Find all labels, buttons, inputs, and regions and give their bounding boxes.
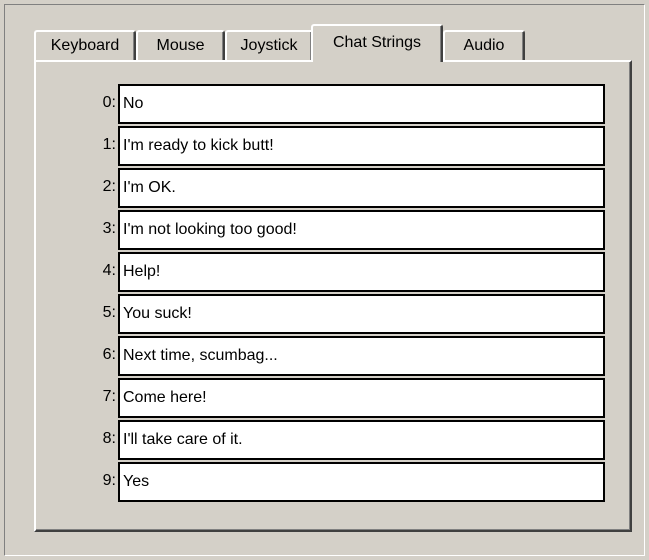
chat-string-index-label: 9: (102, 472, 116, 489)
chat-string-row: 1: (36, 126, 626, 166)
chat-string-row: 9: (36, 462, 626, 502)
tab-keyboard[interactable]: Keyboard (34, 30, 136, 60)
chat-string-6-input[interactable] (118, 336, 605, 376)
chat-string-index-label: 1: (102, 136, 116, 153)
chat-string-index-label: 3: (102, 220, 116, 237)
chat-strings-panel: 0: 1: 2: 3: 4: 5: 6: 7: 8: 9: (34, 60, 632, 532)
chat-string-0-input[interactable] (118, 84, 605, 124)
chat-string-4-input[interactable] (118, 252, 605, 292)
tab-mouse[interactable]: Mouse (136, 30, 225, 60)
tab-joystick[interactable]: Joystick (225, 30, 313, 60)
chat-string-row: 3: (36, 210, 626, 250)
chat-string-8-input[interactable] (118, 420, 605, 460)
chat-string-row: 4: (36, 252, 626, 292)
chat-string-5-input[interactable] (118, 294, 605, 334)
chat-string-row: 7: (36, 378, 626, 418)
chat-string-index-label: 5: (102, 304, 116, 321)
chat-string-9-input[interactable] (118, 462, 605, 502)
chat-string-3-input[interactable] (118, 210, 605, 250)
chat-string-row: 5: (36, 294, 626, 334)
chat-string-index-label: 2: (102, 178, 116, 195)
chat-string-row: 8: (36, 420, 626, 460)
chat-string-index-label: 8: (102, 430, 116, 447)
tab-chat-strings[interactable]: Chat Strings (311, 24, 443, 62)
chat-string-index-label: 4: (102, 262, 116, 279)
chat-string-row: 6: (36, 336, 626, 376)
chat-string-2-input[interactable] (118, 168, 605, 208)
chat-string-index-label: 7: (102, 388, 116, 405)
chat-string-row: 0: (36, 84, 626, 124)
chat-string-index-label: 0: (102, 94, 116, 111)
chat-string-row: 2: (36, 168, 626, 208)
chat-string-7-input[interactable] (118, 378, 605, 418)
chat-string-1-input[interactable] (118, 126, 605, 166)
chat-string-index-label: 6: (102, 346, 116, 363)
tab-audio[interactable]: Audio (443, 30, 525, 60)
